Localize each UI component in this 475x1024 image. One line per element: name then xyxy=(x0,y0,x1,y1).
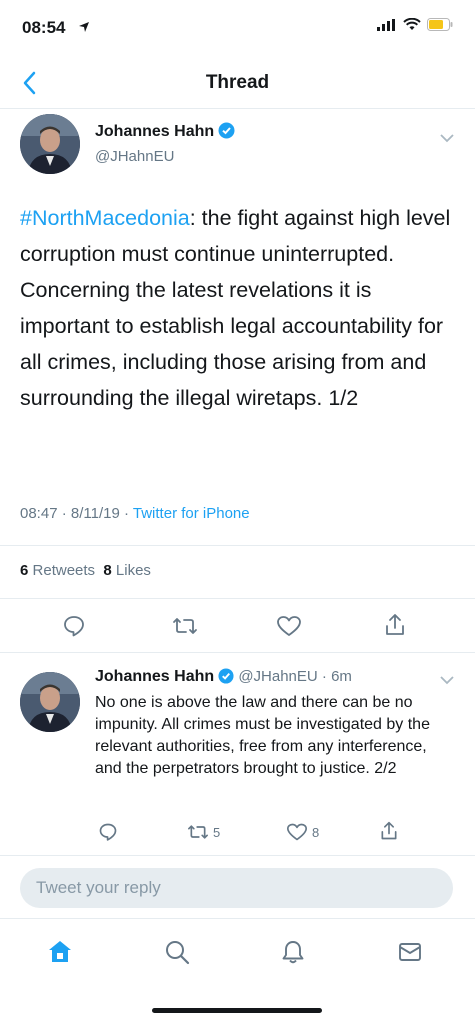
reply-icon xyxy=(99,823,117,841)
like-count: 8 xyxy=(312,824,320,840)
likes-count: 8 xyxy=(103,562,112,579)
messages-icon xyxy=(399,943,421,961)
retweets-count: 6 xyxy=(20,562,29,579)
retweets-stat[interactable]: 6 Retweets xyxy=(20,562,95,579)
share-icon xyxy=(386,614,404,635)
author-handle[interactable]: @JHahnEU xyxy=(95,148,235,165)
likes-label: Likes xyxy=(115,562,151,579)
retweet-icon xyxy=(187,825,208,839)
divider xyxy=(0,545,475,546)
tweet-body: : the fight against high level corruptio… xyxy=(20,206,451,410)
nav-bar: Thread xyxy=(0,58,475,109)
reply-avatar[interactable] xyxy=(20,672,80,732)
reply-share-button[interactable] xyxy=(379,820,399,842)
tweet-source-link[interactable]: Twitter for iPhone xyxy=(133,505,250,522)
tweet-date: 8/11/19 xyxy=(70,505,120,522)
status-time: 08:54 xyxy=(22,18,66,37)
tab-search[interactable] xyxy=(157,932,197,972)
reply-retweet-button[interactable]: 5 xyxy=(187,822,220,842)
heart-icon xyxy=(277,616,301,636)
status-icons xyxy=(377,18,453,31)
home-icon xyxy=(49,941,71,962)
home-indicator xyxy=(152,1008,322,1013)
tab-home[interactable] xyxy=(40,932,80,972)
share-icon xyxy=(381,821,397,840)
divider xyxy=(0,598,475,599)
reply-reply-button[interactable] xyxy=(98,822,118,842)
tweet-menu-button[interactable] xyxy=(440,130,454,148)
avatar-photo xyxy=(20,114,80,174)
likes-stat[interactable]: 8 Likes xyxy=(103,562,151,579)
page-title: Thread xyxy=(205,72,270,93)
wifi-icon xyxy=(403,18,421,30)
divider xyxy=(0,855,475,856)
avatar[interactable] xyxy=(20,114,80,174)
reply-like-button[interactable]: 8 xyxy=(286,822,319,842)
reply-tweet-header: Johannes Hahn @JHahnEU · 6m xyxy=(95,668,352,688)
location-icon xyxy=(79,22,89,32)
reply-tweet-text: No one is above the law and there can be… xyxy=(95,694,430,777)
tweet-meta: 08:47 · 8/11/19 · Twitter for iPhone xyxy=(20,505,250,522)
divider xyxy=(0,918,475,919)
author-name[interactable]: Johannes Hahn xyxy=(95,123,214,140)
avatar-photo xyxy=(20,672,80,732)
reply-author-name[interactable]: Johannes Hahn xyxy=(95,668,214,685)
chevron-down-icon xyxy=(440,134,454,143)
reply-author-handle[interactable]: @JHahnEU xyxy=(238,668,317,685)
retweets-label: Retweets xyxy=(32,562,96,579)
tweet-text: #NorthMacedonia: the fight against high … xyxy=(20,200,460,416)
battery-icon xyxy=(427,18,453,31)
retweet-button[interactable] xyxy=(172,614,198,638)
signal-icon xyxy=(377,18,395,31)
tab-bar xyxy=(0,922,475,982)
status-bar: 08:54 xyxy=(0,0,475,58)
reply-menu-button[interactable] xyxy=(440,672,454,690)
reply-button[interactable] xyxy=(62,614,86,638)
main-tweet-header: Johannes Hahn @JHahnEU xyxy=(95,122,235,165)
reply-box xyxy=(20,868,453,908)
divider xyxy=(0,652,475,653)
chevron-down-icon xyxy=(440,676,454,685)
retweet-icon xyxy=(173,618,197,634)
tab-messages[interactable] xyxy=(390,932,430,972)
reply-age: 6m xyxy=(331,668,352,685)
search-icon xyxy=(166,941,190,965)
reply-icon xyxy=(64,616,84,637)
share-button[interactable] xyxy=(383,612,407,638)
retweet-count: 5 xyxy=(213,824,221,840)
verified-icon xyxy=(218,122,235,144)
tweet-stats: 6 Retweets 8 Likes xyxy=(20,562,151,579)
hashtag-link[interactable]: #NorthMacedonia xyxy=(20,206,190,230)
heart-icon xyxy=(287,823,307,841)
tab-notifications[interactable] xyxy=(273,932,313,972)
reply-input[interactable] xyxy=(20,868,416,908)
verified-icon xyxy=(218,668,234,688)
like-button[interactable] xyxy=(276,614,302,638)
notifications-icon xyxy=(282,941,304,964)
tweet-time: 08:47 xyxy=(20,505,58,522)
